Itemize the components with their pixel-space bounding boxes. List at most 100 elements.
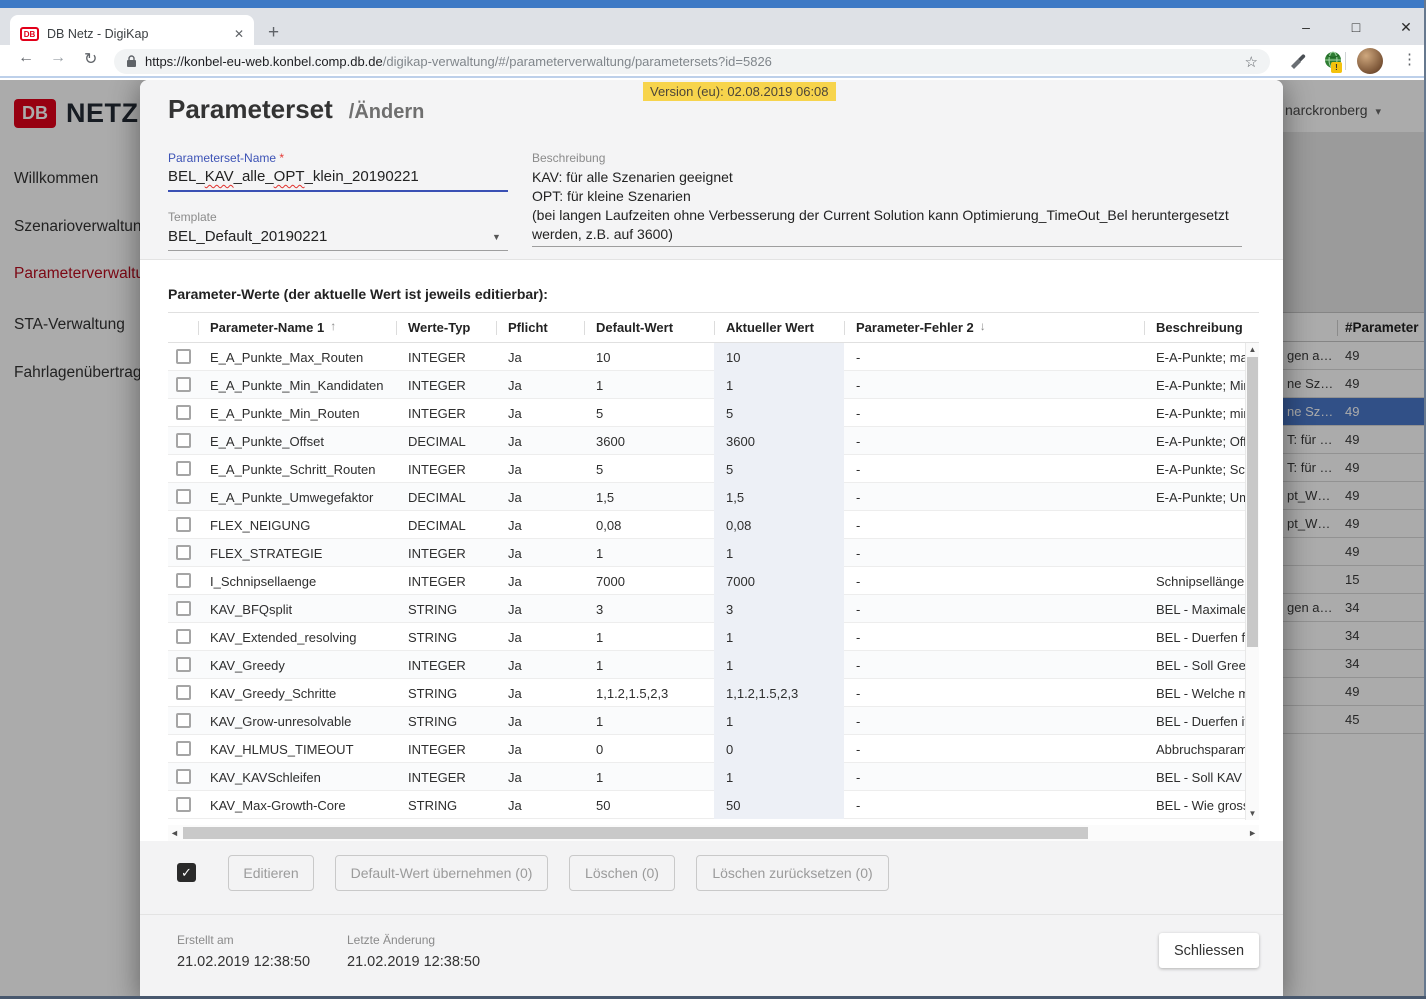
cell-aktueller-wert[interactable]: 1 — [714, 707, 844, 735]
cell-aktueller-wert[interactable]: 1,5 — [714, 483, 844, 511]
cell-default-wert: 50 — [584, 791, 714, 819]
cell-werte-typ: INTEGER — [396, 343, 496, 371]
globe-extension-icon[interactable]: ! — [1322, 50, 1344, 77]
table-row: KAV_Grow-unresolvableSTRINGJa11-BEL - Du… — [168, 707, 1245, 735]
cell-beschreibung: BEL - Duerfen fi — [1144, 623, 1245, 651]
header-aktueller-wert[interactable]: Aktueller Wert — [714, 313, 844, 343]
cell-aktueller-wert[interactable]: 5 — [714, 455, 844, 483]
cell-aktueller-wert[interactable]: 5 — [714, 399, 844, 427]
header-pflicht[interactable]: Pflicht — [496, 313, 584, 343]
dialog-title: Parameterset/Ändern — [168, 94, 424, 125]
cell-default-wert: 7000 — [584, 567, 714, 595]
loeschen-button[interactable]: Löschen (0) — [569, 855, 675, 891]
table-row: E_A_Punkte_Min_KandidatenINTEGERJa11-E-A… — [168, 371, 1245, 399]
row-checkbox[interactable] — [176, 461, 191, 476]
header-parameter-fehler[interactable]: Parameter-Fehler 2↓ — [844, 313, 1144, 343]
horizontal-scroll-thumb[interactable] — [183, 827, 1088, 839]
header-beschreibung[interactable]: Beschreibung — [1144, 313, 1245, 343]
horizontal-scrollbar[interactable]: ◄ ► — [168, 825, 1259, 841]
template-underline — [168, 250, 508, 251]
row-checkbox[interactable] — [176, 685, 191, 700]
row-checkbox[interactable] — [176, 517, 191, 532]
cell-aktueller-wert[interactable]: 3 — [714, 595, 844, 623]
cell-aktueller-wert[interactable]: 1 — [714, 371, 844, 399]
window-maximize-button[interactable]: □ — [1346, 19, 1366, 35]
scroll-right-icon[interactable]: ► — [1248, 828, 1257, 838]
window-minimize-button[interactable]: – — [1296, 19, 1316, 35]
table-row: E_A_Punkte_Min_RoutenINTEGERJa55-E-A-Pun… — [168, 399, 1245, 427]
cell-aktueller-wert[interactable]: 50 — [714, 791, 844, 819]
row-checkbox[interactable] — [176, 433, 191, 448]
cell-werte-typ: STRING — [396, 595, 496, 623]
browser-menu-icon[interactable]: ⋮ — [1402, 50, 1417, 68]
cell-aktueller-wert[interactable]: 10 — [714, 343, 844, 371]
cell-default-wert: 0 — [584, 735, 714, 763]
loeschen-zuruecksetzen-button[interactable]: Löschen zurücksetzen (0) — [696, 855, 889, 891]
row-checkbox-cell — [168, 763, 198, 790]
cell-aktueller-wert[interactable]: 3600 — [714, 427, 844, 455]
cell-aktueller-wert[interactable]: 7000 — [714, 567, 844, 595]
back-button[interactable]: ← — [18, 49, 34, 67]
default-wert-uebernehmen-button[interactable]: Default-Wert übernehmen (0) — [335, 855, 548, 891]
cell-aktueller-wert[interactable]: 1 — [714, 763, 844, 791]
cell-aktueller-wert[interactable]: 1 — [714, 623, 844, 651]
cell-werte-typ: INTEGER — [396, 735, 496, 763]
row-checkbox[interactable] — [176, 573, 191, 588]
row-checkbox[interactable] — [176, 769, 191, 784]
url-bar[interactable]: https://konbel-eu-web.konbel.comp.db.de/… — [114, 49, 1270, 74]
new-tab-button[interactable]: + — [268, 22, 279, 44]
cell-aktueller-wert[interactable]: 0 — [714, 735, 844, 763]
cell-default-wert: 1 — [584, 623, 714, 651]
row-checkbox[interactable] — [176, 349, 191, 364]
cell-werte-typ: INTEGER — [396, 567, 496, 595]
row-checkbox[interactable] — [176, 489, 191, 504]
tab-close-icon[interactable]: ✕ — [234, 27, 244, 41]
beschreibung-underline — [532, 246, 1242, 247]
cell-aktueller-wert[interactable]: 1 — [714, 651, 844, 679]
row-checkbox-cell — [168, 651, 198, 678]
cell-aktueller-wert[interactable]: 1,1.2,1.5,2,3 — [714, 679, 844, 707]
cell-pflicht: Ja — [496, 707, 584, 735]
row-checkbox[interactable] — [176, 405, 191, 420]
cell-pflicht: Ja — [496, 399, 584, 427]
cell-werte-typ: STRING — [396, 623, 496, 651]
row-checkbox[interactable] — [176, 601, 191, 616]
bookmark-star-icon[interactable]: ☆ — [1245, 53, 1258, 71]
row-checkbox-cell — [168, 371, 198, 398]
row-checkbox[interactable] — [176, 657, 191, 672]
row-checkbox[interactable] — [176, 545, 191, 560]
scroll-up-icon[interactable]: ▲ — [1246, 345, 1259, 354]
cell-pflicht: Ja — [496, 371, 584, 399]
row-checkbox[interactable] — [176, 713, 191, 728]
row-checkbox[interactable] — [176, 377, 191, 392]
cell-aktueller-wert[interactable]: 0,08 — [714, 511, 844, 539]
reload-button[interactable]: ↻ — [84, 49, 97, 69]
window-close-button[interactable]: ✕ — [1396, 19, 1416, 36]
header-parameter-name[interactable]: Parameter-Name 1↑ — [198, 313, 396, 343]
scroll-left-icon[interactable]: ◄ — [170, 828, 179, 838]
cell-parameter-name: KAV_Greedy_Schritte — [198, 679, 396, 707]
profile-avatar[interactable] — [1357, 48, 1383, 74]
editieren-button[interactable]: Editieren — [228, 855, 314, 891]
schliessen-button[interactable]: Schliessen — [1159, 933, 1259, 968]
header-werte-typ[interactable]: Werte-Typ — [396, 313, 496, 343]
parameterset-name-input[interactable]: BEL_KAV_alle_OPT_klein_20190221 — [168, 168, 419, 185]
row-checkbox[interactable] — [176, 797, 191, 812]
header-default-wert[interactable]: Default-Wert — [584, 313, 714, 343]
vertical-scroll-thumb[interactable] — [1247, 357, 1258, 647]
template-dropdown-icon[interactable]: ▼ — [492, 232, 501, 242]
vertical-scrollbar[interactable]: ▲ ▼ — [1245, 343, 1259, 820]
scroll-down-icon[interactable]: ▼ — [1246, 809, 1259, 818]
row-checkbox-cell — [168, 735, 198, 762]
cell-aktueller-wert[interactable]: 1 — [714, 539, 844, 567]
eyedropper-extension-icon[interactable] — [1288, 50, 1306, 75]
template-select[interactable]: BEL_Default_20190221 — [168, 228, 327, 245]
beschreibung-text[interactable]: KAV: für alle Szenarien geeignet OPT: fü… — [532, 168, 1250, 244]
table-row: E_A_Punkte_UmwegefaktorDECIMALJa1,51,5-E… — [168, 483, 1245, 511]
toolbar-separator — [1345, 52, 1346, 70]
select-all-checkbox[interactable]: ✓ — [177, 863, 196, 882]
cell-pflicht: Ja — [496, 791, 584, 819]
row-checkbox[interactable] — [176, 629, 191, 644]
forward-button[interactable]: → — [50, 49, 66, 67]
row-checkbox[interactable] — [176, 741, 191, 756]
